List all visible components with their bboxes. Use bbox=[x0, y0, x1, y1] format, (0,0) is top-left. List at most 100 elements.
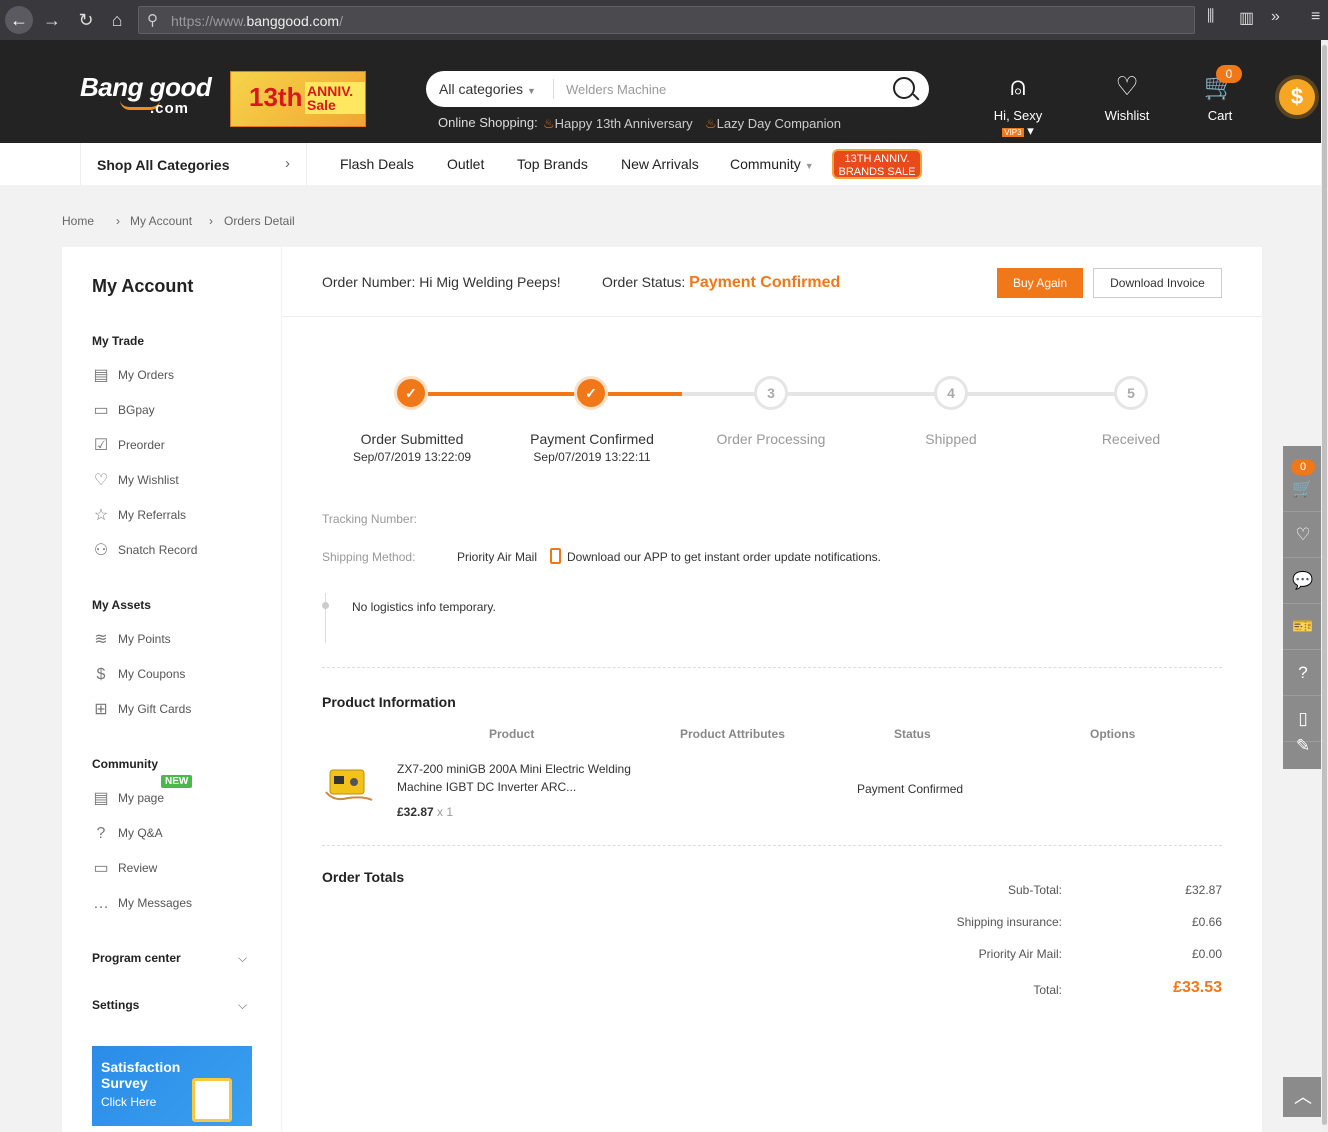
logistics-timeline bbox=[325, 593, 326, 643]
sidebar-item-review[interactable]: ▭ Review bbox=[92, 858, 157, 878]
settings-toggle[interactable]: Settings bbox=[92, 998, 139, 1012]
category-nav: Shop All Categories › Flash Deals Outlet… bbox=[0, 143, 1328, 185]
search-icon[interactable] bbox=[893, 77, 915, 99]
sidebar-item-qa[interactable]: ? My Q&A bbox=[92, 823, 163, 843]
chevron-down-icon[interactable]: ⌵ bbox=[238, 951, 247, 966]
coin-icon[interactable]: $ bbox=[1275, 75, 1319, 119]
program-center-toggle[interactable]: Program center bbox=[92, 951, 181, 965]
float-coupon-icon[interactable]: 🎫 bbox=[1283, 604, 1323, 650]
float-help-icon[interactable]: ? bbox=[1283, 650, 1323, 696]
total-value: £33.53 bbox=[1173, 979, 1222, 996]
tracking-label: Tracking Number: bbox=[322, 512, 417, 526]
subtotal-label: Sub-Total: bbox=[1007, 883, 1062, 897]
anniv-text: ANNIV. Sale bbox=[305, 82, 365, 114]
step-label: Shipped bbox=[925, 431, 977, 447]
back-to-top-button[interactable]: ︿ bbox=[1283, 1077, 1323, 1117]
total-label: Total: bbox=[1033, 983, 1062, 997]
app-download-link[interactable]: Download our APP to get instant order up… bbox=[567, 550, 881, 564]
search-box: All categories ▼ Welders Machine bbox=[426, 71, 929, 107]
order-header: Order Number: Hi Mig Welding Peeps! Orde… bbox=[282, 247, 1262, 317]
product-name-link[interactable]: ZX7-200 miniGB 200A Mini Electric Weldin… bbox=[397, 760, 637, 796]
timeline-dot bbox=[322, 602, 329, 609]
product-status: Payment Confirmed bbox=[857, 782, 964, 796]
sidebar-icon[interactable]: ▥ bbox=[1239, 8, 1254, 28]
chevron-right-icon: › bbox=[285, 155, 290, 172]
order-detail-panel: Order Number: Hi Mig Welding Peeps! Orde… bbox=[282, 247, 1262, 1132]
reload-button[interactable]: ↻ bbox=[72, 6, 100, 34]
sidebar-item-referrals[interactable]: ☆ My Referrals bbox=[92, 505, 186, 525]
progress-line-todo bbox=[682, 392, 1136, 396]
breadcrumb-separator: › bbox=[209, 214, 213, 228]
float-cart-badge: 0 bbox=[1291, 459, 1315, 475]
anniversary-banner[interactable]: 13th ANNIV. Sale bbox=[230, 71, 366, 127]
chat-icon: … bbox=[93, 894, 109, 912]
gift-icon: ⊞ bbox=[94, 700, 108, 718]
breadcrumb-home[interactable]: Home bbox=[62, 214, 94, 228]
step-label: Received bbox=[1101, 431, 1161, 447]
search-divider bbox=[553, 79, 554, 99]
nav-outlet[interactable]: Outlet bbox=[447, 156, 484, 172]
home-button[interactable]: ⌂ bbox=[103, 6, 131, 34]
sidebar-item-bgpay[interactable]: ▭ BGpay bbox=[92, 400, 154, 420]
account-menu[interactable]: ⍝ Hi, Sexy VIP3 ▾ bbox=[982, 72, 1054, 139]
product-thumbnail[interactable] bbox=[324, 762, 376, 806]
step-4-circle: 4 bbox=[934, 376, 968, 410]
nav-top-brands[interactable]: Top Brands bbox=[517, 156, 588, 172]
clipboard-check-icon: ☑ bbox=[93, 436, 109, 454]
brands-sale-banner[interactable]: 13TH ANNIV. BRANDS SALE bbox=[832, 149, 922, 179]
breadcrumb-my-account[interactable]: My Account bbox=[130, 214, 192, 228]
breadcrumb-orders-detail: Orders Detail bbox=[224, 214, 295, 228]
shipping-method: Priority Air Mail bbox=[457, 550, 538, 564]
fire-icon: ♨ bbox=[543, 116, 555, 131]
nav-flash-deals[interactable]: Flash Deals bbox=[340, 156, 414, 172]
step-date: Sep/07/2019 13:22:09 bbox=[352, 450, 472, 464]
sidebar-item-preorder[interactable]: ☑ Preorder bbox=[92, 435, 165, 455]
back-button[interactable]: ← bbox=[5, 6, 33, 34]
no-logistics-text: No logistics info temporary. bbox=[352, 600, 496, 614]
sidebar-item-snatch-record[interactable]: ⚇ Snatch Record bbox=[92, 540, 198, 560]
anniv-number: 13th bbox=[249, 82, 303, 112]
sidebar-item-wishlist[interactable]: ♡ My Wishlist bbox=[92, 470, 179, 490]
scrollbar-thumb[interactable] bbox=[1322, 45, 1327, 1125]
forward-button[interactable]: → bbox=[38, 6, 66, 34]
banggood-logo[interactable]: Bang good bbox=[80, 72, 212, 103]
url-bar[interactable]: ⚲ https://www.banggood.com/ bbox=[138, 6, 1195, 34]
library-icon[interactable]: ⫼ bbox=[1207, 8, 1214, 26]
shipping-fee-value: £0.00 bbox=[1191, 947, 1222, 961]
sidebar-item-points[interactable]: ≋ My Points bbox=[92, 629, 170, 649]
col-product: Product bbox=[489, 727, 535, 741]
order-totals-title: Order Totals bbox=[322, 869, 405, 885]
hot-link-anniversary[interactable]: ♨Happy 13th Anniversary bbox=[543, 116, 693, 132]
chevron-down-icon[interactable]: ⌵ bbox=[238, 998, 247, 1013]
heart-icon: ♡ bbox=[93, 471, 109, 489]
step-1-check-icon: ✓ bbox=[394, 376, 428, 410]
sidebar-item-my-page[interactable]: ▤ My page bbox=[92, 788, 164, 808]
sidebar-item-my-orders[interactable]: ▤ My Orders bbox=[92, 365, 174, 385]
wishlist-link[interactable]: ♡ Wishlist bbox=[1100, 72, 1154, 123]
float-feedback-icon[interactable]: ✎ bbox=[1283, 723, 1323, 769]
breadcrumb-separator: › bbox=[116, 214, 120, 228]
nav-new-arrivals[interactable]: New Arrivals bbox=[621, 156, 699, 172]
satisfaction-survey-banner[interactable]: Satisfaction Survey Click Here bbox=[92, 1046, 252, 1126]
shop-all-label: Shop All Categories bbox=[97, 157, 230, 173]
float-chat-icon[interactable]: 💬 bbox=[1283, 558, 1323, 604]
menu-icon[interactable]: ≡ bbox=[1311, 8, 1320, 26]
sidebar-item-coupons[interactable]: $ My Coupons bbox=[92, 664, 186, 684]
sidebar-item-messages[interactable]: … My Messages bbox=[92, 893, 192, 913]
search-input[interactable]: Welders Machine bbox=[566, 82, 666, 97]
overflow-icon[interactable]: » bbox=[1271, 8, 1280, 26]
hot-link-lazy-day[interactable]: ♨Lazy Day Companion bbox=[705, 116, 841, 132]
account-label: Hi, Sexy bbox=[993, 108, 1043, 123]
sidebar-item-gift-cards[interactable]: ⊞ My Gift Cards bbox=[92, 699, 191, 719]
nav-community[interactable]: Community ▼ bbox=[730, 156, 814, 172]
page-icon: ▤ bbox=[93, 789, 109, 807]
float-wishlist-icon[interactable]: ♡ bbox=[1283, 512, 1323, 558]
users-icon: ⚇ bbox=[93, 541, 109, 559]
buy-again-button[interactable]: Buy Again bbox=[997, 268, 1083, 298]
order-status: Order Status: Payment Confirmed bbox=[602, 274, 841, 291]
download-invoice-button[interactable]: Download Invoice bbox=[1093, 268, 1222, 298]
search-icon: ⚲ bbox=[147, 12, 158, 29]
shop-all-categories[interactable]: Shop All Categories › bbox=[80, 143, 307, 185]
category-select[interactable]: All categories ▼ bbox=[439, 81, 536, 97]
orders-icon: ▤ bbox=[93, 366, 109, 384]
